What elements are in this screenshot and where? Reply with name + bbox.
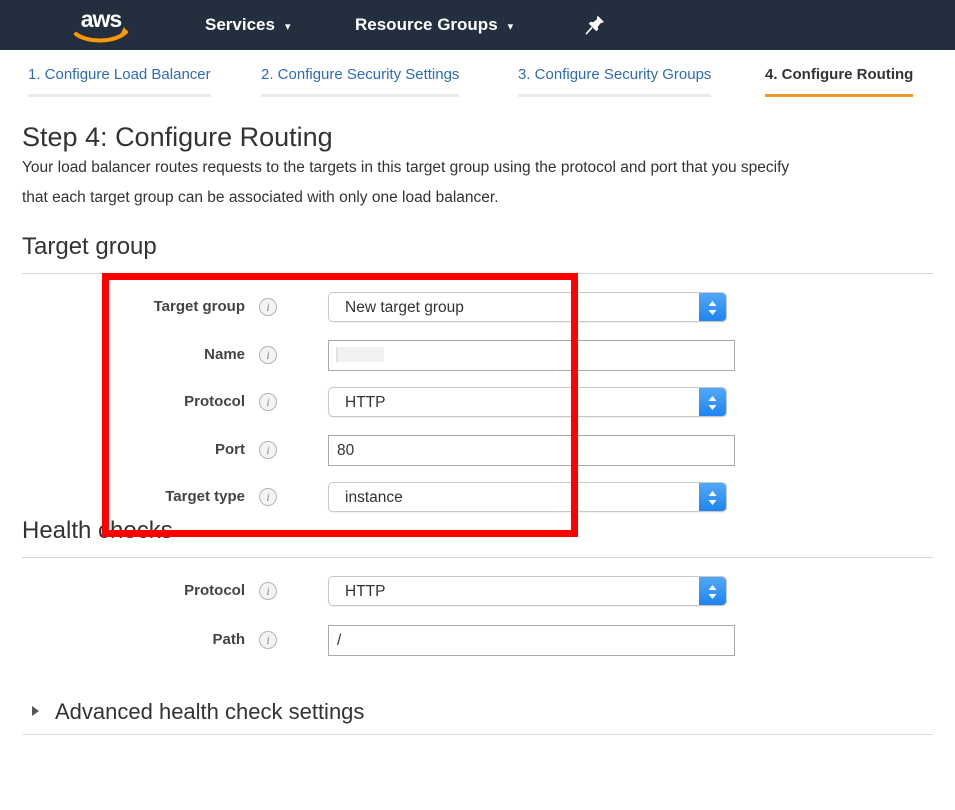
info-icon[interactable]: i — [259, 346, 277, 364]
info-icon[interactable]: i — [259, 582, 277, 600]
input-port[interactable]: 80 — [328, 435, 735, 466]
select-protocol-value: HTTP — [345, 394, 386, 411]
chevron-down-icon: ▾ — [284, 20, 291, 33]
tab-configure-load-balancer[interactable]: 1. Configure Load Balancer — [28, 66, 211, 97]
pin-icon[interactable] — [583, 13, 607, 37]
tab-configure-security-settings-label: 2. Configure Security Settings — [261, 66, 460, 83]
form-row-protocol: Protocol i HTTP — [0, 387, 955, 417]
select-target-group[interactable]: New target group — [328, 292, 727, 322]
form-row-health-check-protocol: Protocol i HTTP — [0, 576, 955, 606]
label-target-group: Target group — [153, 298, 245, 315]
info-icon[interactable]: i — [259, 393, 277, 411]
select-target-group-value: New target group — [345, 299, 464, 316]
info-icon[interactable]: i — [259, 631, 277, 649]
select-protocol[interactable]: HTTP — [328, 387, 727, 417]
form-row-health-check-path: Path i / — [0, 625, 955, 656]
advanced-health-check-settings-toggle[interactable]: Advanced health check settings — [22, 692, 933, 734]
select-health-check-protocol-value: HTTP — [345, 583, 386, 600]
nav-item-services-label: Services — [205, 15, 275, 34]
page-description-line-2: that each target group can be associated… — [22, 189, 499, 206]
input-health-check-path-value: / — [337, 632, 342, 649]
form-row-target-type: Target type i instance — [0, 482, 955, 512]
input-port-value: 80 — [337, 442, 355, 459]
select-target-type-value: instance — [345, 489, 403, 506]
wizard-tab-bar: 1. Configure Load Balancer 2. Configure … — [0, 50, 955, 100]
input-name[interactable] — [328, 340, 735, 371]
aws-logo[interactable]: aws — [70, 6, 132, 44]
label-port: Port — [215, 441, 245, 458]
form-row-target-group: Target group i New target group — [0, 292, 955, 322]
tab-configure-routing-label: 4. Configure Routing — [765, 66, 914, 83]
tab-configure-routing[interactable]: 4. Configure Routing — [765, 66, 914, 97]
section-divider — [22, 734, 933, 735]
info-icon[interactable]: i — [259, 298, 277, 316]
advanced-health-check-settings-label: Advanced health check settings — [55, 699, 365, 724]
select-stepper-icon[interactable] — [699, 483, 726, 511]
page-title: Step 4: Configure Routing — [22, 122, 333, 152]
aws-top-navigation-bar: aws Services ▾ Resource Groups ▾ — [0, 0, 955, 50]
label-health-check-path: Path — [212, 631, 245, 648]
select-target-type[interactable]: instance — [328, 482, 727, 512]
nav-item-resource-groups[interactable]: Resource Groups ▾ — [345, 0, 523, 50]
svg-text:aws: aws — [81, 6, 122, 32]
nav-item-services[interactable]: Services ▾ — [195, 0, 300, 50]
section-heading-target-group: Target group — [22, 233, 157, 260]
select-health-check-protocol[interactable]: HTTP — [328, 576, 727, 606]
label-name: Name — [204, 346, 245, 363]
select-stepper-icon[interactable] — [699, 577, 726, 605]
section-divider — [22, 273, 933, 274]
label-health-check-protocol: Protocol — [184, 582, 245, 599]
info-icon[interactable]: i — [259, 488, 277, 506]
disclosure-triangle-right-icon — [32, 706, 39, 716]
chevron-down-icon: ▾ — [507, 20, 514, 33]
section-divider — [22, 557, 933, 558]
input-health-check-path[interactable]: / — [328, 625, 735, 656]
info-icon[interactable]: i — [259, 441, 277, 459]
label-target-type: Target type — [165, 488, 245, 505]
label-protocol: Protocol — [184, 393, 245, 410]
select-stepper-icon[interactable] — [699, 388, 726, 416]
tab-configure-security-groups-label: 3. Configure Security Groups — [518, 66, 712, 83]
form-row-port: Port i 80 — [0, 435, 955, 466]
section-heading-health-checks: Health checks — [22, 517, 173, 544]
tab-configure-load-balancer-label: 1. Configure Load Balancer — [28, 66, 211, 83]
form-row-name: Name i — [0, 340, 955, 371]
tab-configure-security-settings[interactable]: 2. Configure Security Settings — [261, 66, 460, 97]
nav-item-resource-groups-label: Resource Groups — [355, 15, 498, 34]
tab-configure-security-groups[interactable]: 3. Configure Security Groups — [518, 66, 712, 97]
name-placeholder-smudge — [336, 347, 384, 362]
page-description-line-1: Your load balancer routes requests to th… — [22, 159, 790, 176]
select-stepper-icon[interactable] — [699, 293, 726, 321]
